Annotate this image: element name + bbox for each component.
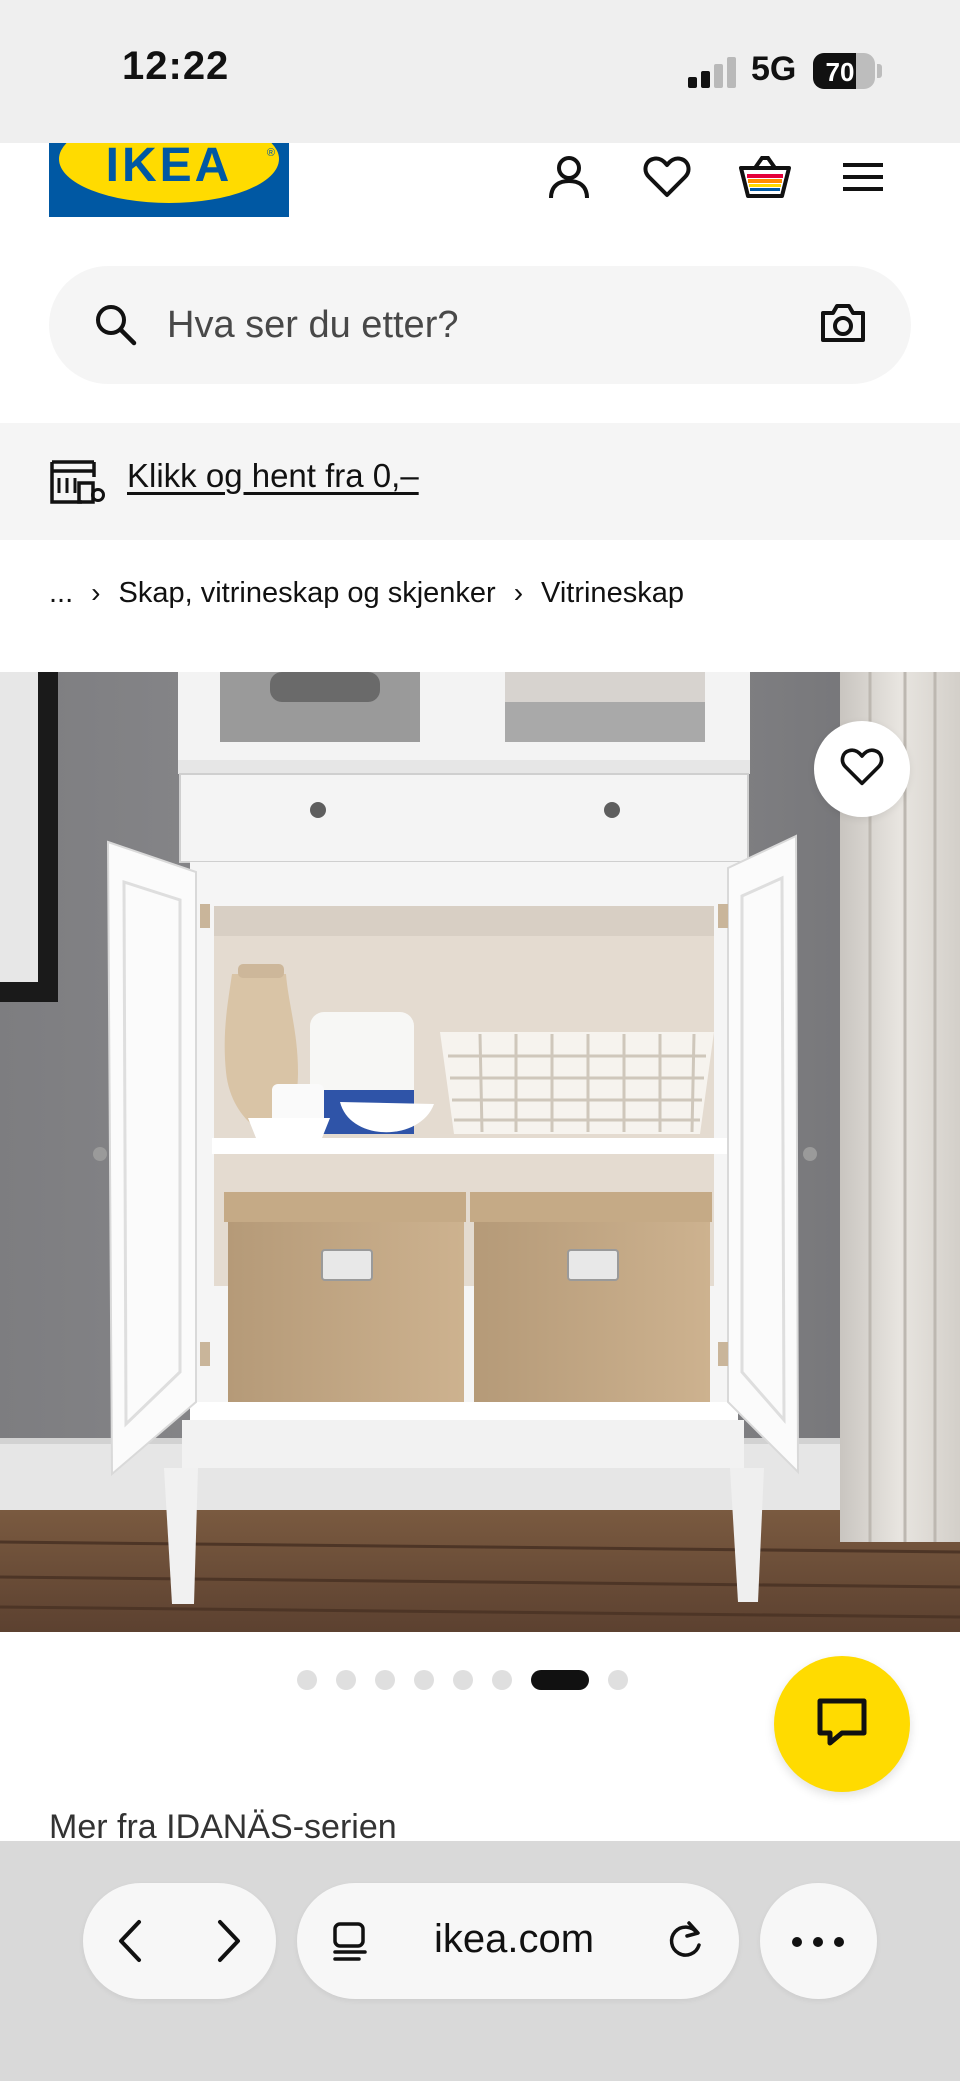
network-type: 5G [751,50,797,88]
shopping-bag-icon[interactable] [735,147,795,207]
carousel-dot[interactable] [491,1670,512,1690]
battery-percent: 70 [825,57,855,87]
nav-buttons-group [83,1883,276,1999]
click-and-collect-store-icon [49,459,105,510]
chevron-right-icon: › [513,577,524,608]
menu-icon[interactable] [833,147,893,207]
camera-icon[interactable] [819,301,867,350]
ikea-logo[interactable]: IKEA ® [49,143,289,217]
breadcrumb-item-cabinets[interactable]: Skap, vitrineskap og skjenker [119,577,496,610]
site-header: IKEA ® [0,143,960,258]
cellular-signal-icon [688,56,736,88]
carousel-dot[interactable] [374,1670,395,1690]
favourites-heart-icon[interactable] [637,147,697,207]
status-time: 12:22 [122,44,230,88]
forward-chevron-icon[interactable] [204,1916,254,1966]
status-bar: 12:22 5G 70 [0,0,960,143]
carousel-dot[interactable] [335,1670,356,1690]
account-icon[interactable] [539,147,599,207]
breadcrumb-ellipsis[interactable]: ... [49,577,73,610]
browser-toolbar: ikea.com [0,1841,960,2081]
chat-icon [816,1697,868,1752]
search-input[interactable] [167,291,767,359]
tabs-icon[interactable] [331,1921,371,1966]
logo-text: IKEA [105,143,233,192]
more-options-button[interactable] [760,1883,877,1999]
search-bar[interactable] [49,266,911,384]
carousel-dot[interactable] [413,1670,434,1690]
breadcrumb: ... › Skap, vitrineskap og skjenker › Vi… [49,573,684,613]
back-chevron-icon[interactable] [105,1916,155,1966]
heart-icon [840,747,884,792]
url-text[interactable]: ikea.com [434,1917,594,1962]
click-collect-link[interactable]: Klikk og hent fra 0,– [127,457,419,495]
carousel-dot[interactable] [607,1670,628,1690]
click-collect-banner: Klikk og hent fra 0,– [0,423,960,540]
chevron-right-icon: › [91,577,101,608]
more-dots-icon [791,1935,845,1953]
address-bar[interactable]: ikea.com [297,1883,739,1999]
battery-icon: 70 [813,53,875,89]
carousel-dot[interactable] [452,1670,473,1690]
carousel-dot-active[interactable] [530,1670,589,1690]
search-icon[interactable] [93,302,137,351]
product-photo-cabinet [0,672,960,1632]
product-image[interactable] [0,672,960,1632]
save-to-favourites-button[interactable] [814,721,910,817]
reload-icon[interactable] [665,1919,705,1966]
chat-button[interactable] [774,1656,910,1792]
carousel-dot[interactable] [296,1670,317,1690]
breadcrumb-item-display-cabinets[interactable]: Vitrineskap [541,577,684,610]
